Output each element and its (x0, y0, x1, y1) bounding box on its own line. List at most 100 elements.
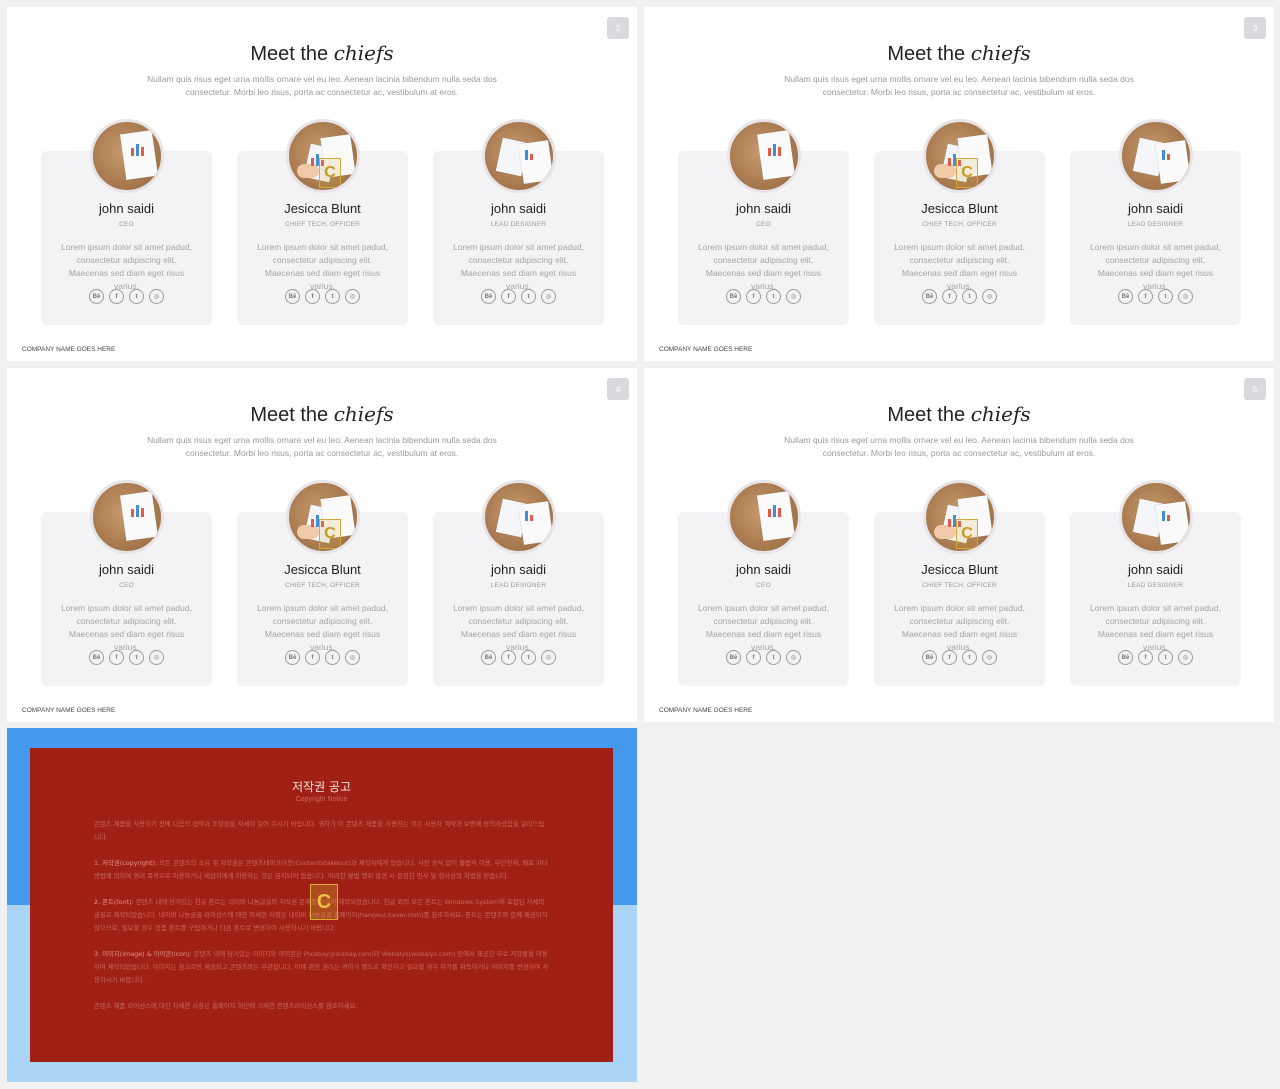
behance-icon[interactable]: Bē (922, 289, 937, 304)
facebook-icon[interactable]: f (109, 650, 124, 665)
twitter-icon[interactable]: t (962, 289, 977, 304)
behance-icon[interactable]: Bē (726, 289, 741, 304)
watermark-logo-icon: C (319, 158, 341, 188)
twitter-icon[interactable]: t (325, 650, 340, 665)
behance-icon[interactable]: Bē (481, 650, 496, 665)
behance-icon[interactable]: Bē (922, 650, 937, 665)
team-member-card: C Jesicca Blunt CHIEF TECH, OFFICER Lorem i… (237, 480, 408, 686)
twitter-icon[interactable]: t (1158, 650, 1173, 665)
member-bio: Lorem ipsum dolor sit amet padud, consec… (894, 603, 1025, 652)
instagram-icon[interactable]: ◎ (541, 289, 556, 304)
company-name: COMPANY NAME GOES HERE (22, 707, 116, 714)
facebook-icon[interactable]: f (1138, 650, 1153, 665)
behance-icon[interactable]: Bē (89, 289, 104, 304)
behance-icon[interactable]: Bē (481, 289, 496, 304)
member-role: CEO (756, 582, 771, 589)
member-name: john saidi (491, 201, 546, 216)
member-role: CHIEF TECH, OFFICER (285, 221, 360, 228)
twitter-icon[interactable]: t (129, 289, 144, 304)
social-links: Bē f t ◎ (874, 289, 1045, 304)
notice-closing: 콘텐츠 제품 라이선스에 대한 자세한 사항은 홈페이지 하단에 기재한 콘텐츠… (94, 1002, 358, 1010)
social-links: Bē f t ◎ (1070, 650, 1241, 665)
slide-title: Meet the chiefs (7, 402, 637, 427)
facebook-icon[interactable]: f (305, 650, 320, 665)
team-member-card: john saidi LEAD DESIGNER Lorem ipsum dolor… (433, 480, 604, 686)
twitter-icon[interactable]: t (766, 650, 781, 665)
facebook-icon[interactable]: f (942, 650, 957, 665)
member-photo (482, 119, 556, 193)
slide-title-italic: chiefs (333, 41, 394, 65)
behance-icon[interactable]: Bē (285, 289, 300, 304)
social-links: Bē f t ◎ (678, 650, 849, 665)
facebook-icon[interactable]: f (305, 289, 320, 304)
instagram-icon[interactable]: ◎ (786, 650, 801, 665)
slide-number: 3 (1244, 17, 1266, 39)
notice-intro: 콘텐츠 제품을 사용하기 전에 다음의 협약과 조항들을 자세히 읽어 주시기 … (94, 820, 545, 841)
member-name: john saidi (736, 562, 791, 577)
instagram-icon[interactable]: ◎ (345, 650, 360, 665)
notice-subtitle: Copyright Notice (295, 796, 348, 803)
twitter-icon[interactable]: t (325, 289, 340, 304)
behance-icon[interactable]: Bē (285, 650, 300, 665)
company-name: COMPANY NAME GOES HERE (659, 707, 753, 714)
member-bio: Lorem ipsum dolor sit amet padud, consec… (453, 242, 584, 291)
facebook-icon[interactable]: f (1138, 289, 1153, 304)
member-bio: Lorem ipsum dolor sit amet padud, consec… (1090, 603, 1221, 652)
facebook-icon[interactable]: f (746, 650, 761, 665)
facebook-icon[interactable]: f (109, 289, 124, 304)
member-photo (1119, 119, 1193, 193)
member-bio: Lorem ipsum dolor sit amet padud, consec… (1090, 242, 1221, 291)
watermark-logo-icon: C (956, 519, 978, 549)
notice-section-1: 1. 저작권(copyright): 모든 콘텐츠의 소유 및 저작권은 콘텐츠… (94, 857, 550, 883)
instagram-icon[interactable]: ◎ (982, 650, 997, 665)
member-photo (727, 119, 801, 193)
notice-section-1-text: 모든 콘텐츠의 소유 및 저작권은 콘텐츠테이크아웃(Contentstakeo… (94, 859, 548, 880)
member-role: LEAD DESIGNER (490, 221, 547, 228)
behance-icon[interactable]: Bē (1118, 650, 1133, 665)
behance-icon[interactable]: Bē (726, 650, 741, 665)
instagram-icon[interactable]: ◎ (1178, 289, 1193, 304)
behance-icon[interactable]: Bē (1118, 289, 1133, 304)
twitter-icon[interactable]: t (129, 650, 144, 665)
instagram-icon[interactable]: ◎ (345, 289, 360, 304)
member-bio: Lorem ipsum dolor sit amet padud, consec… (257, 242, 388, 291)
twitter-icon[interactable]: t (962, 650, 977, 665)
member-bio: Lorem ipsum dolor sit amet padud, consec… (61, 603, 192, 652)
social-links: Bē f t ◎ (433, 650, 604, 665)
facebook-icon[interactable]: f (746, 289, 761, 304)
instagram-icon[interactable]: ◎ (149, 650, 164, 665)
company-name: COMPANY NAME GOES HERE (659, 346, 753, 353)
team-slide: 3 Meet the chiefs Nullam quis risus eget u… (644, 7, 1274, 361)
member-bio: Lorem ipsum dolor sit amet padud, consec… (61, 242, 192, 291)
slide-title-plain: Meet the (250, 43, 329, 65)
behance-icon[interactable]: Bē (89, 650, 104, 665)
member-role: LEAD DESIGNER (1127, 582, 1184, 589)
member-photo (90, 480, 164, 554)
instagram-icon[interactable]: ◎ (982, 289, 997, 304)
instagram-icon[interactable]: ◎ (149, 289, 164, 304)
instagram-icon[interactable]: ◎ (786, 289, 801, 304)
watermark-logo-icon: C (956, 158, 978, 188)
twitter-icon[interactable]: t (1158, 289, 1173, 304)
member-bio: Lorem ipsum dolor sit amet padud, consec… (698, 242, 829, 291)
facebook-icon[interactable]: f (501, 289, 516, 304)
slide-title: Meet the chiefs (644, 41, 1274, 66)
member-bio: Lorem ipsum dolor sit amet padud, consec… (453, 603, 584, 652)
facebook-icon[interactable]: f (501, 650, 516, 665)
social-links: Bē f t ◎ (41, 289, 212, 304)
twitter-icon[interactable]: t (521, 289, 536, 304)
company-name: COMPANY NAME GOES HERE (22, 346, 116, 353)
notice-title: 저작권 공고 (291, 780, 351, 794)
twitter-icon[interactable]: t (766, 289, 781, 304)
twitter-icon[interactable]: t (521, 650, 536, 665)
instagram-icon[interactable]: ◎ (1178, 650, 1193, 665)
instagram-icon[interactable]: ◎ (541, 650, 556, 665)
member-name: Jesicca Blunt (921, 562, 998, 577)
member-name: john saidi (99, 562, 154, 577)
slide-title-italic: chiefs (970, 41, 1031, 65)
facebook-icon[interactable]: f (942, 289, 957, 304)
member-name: Jesicca Blunt (921, 201, 998, 216)
member-name: john saidi (99, 201, 154, 216)
member-role: CHIEF TECH, OFFICER (285, 582, 360, 589)
slide-subtitle: Nullam quis risus eget urna mollis ornar… (784, 435, 1134, 458)
